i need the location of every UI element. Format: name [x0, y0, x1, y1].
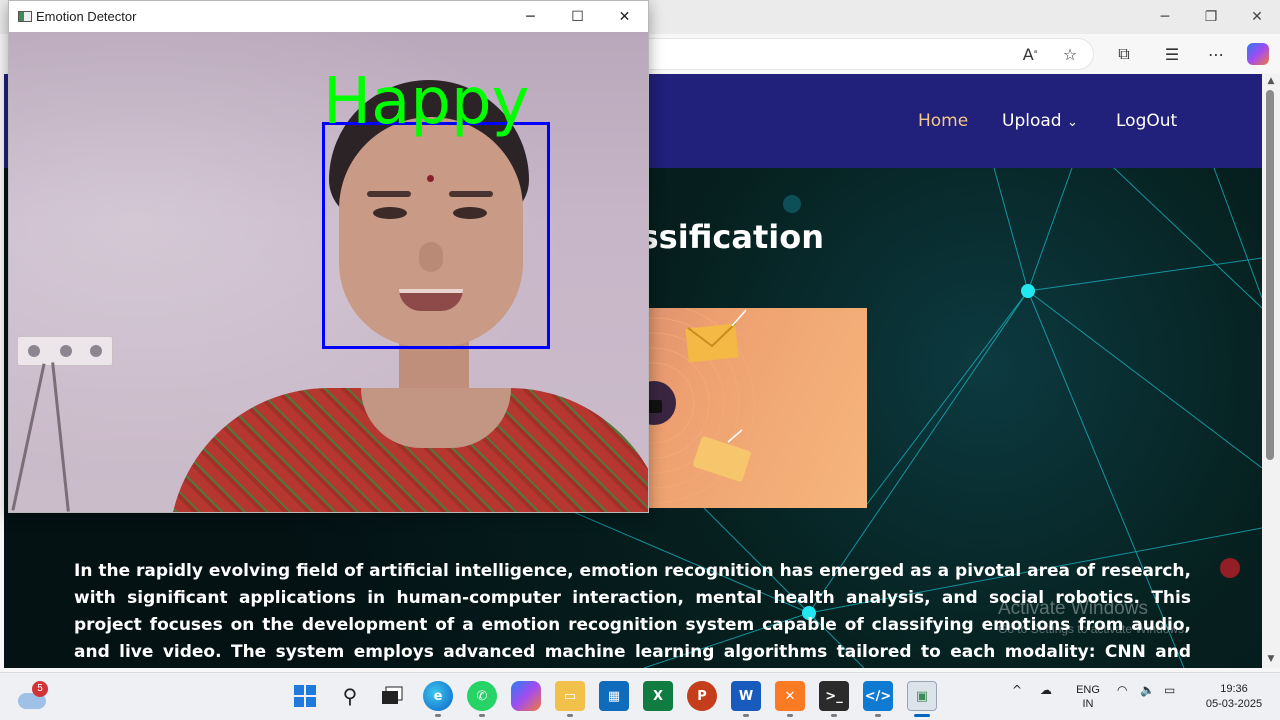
network-node: [1220, 558, 1240, 578]
search-icon[interactable]: ⚲: [335, 681, 365, 711]
detector-close-button[interactable]: ✕: [601, 1, 648, 32]
scroll-up-icon[interactable]: ▲: [1262, 76, 1280, 90]
credit-card-icon: [693, 429, 751, 482]
favorite-star-icon[interactable]: ☆: [1056, 40, 1084, 68]
excel-icon[interactable]: X: [643, 681, 673, 711]
store-icon[interactable]: ▦: [599, 681, 629, 711]
copilot-icon[interactable]: [1244, 40, 1272, 68]
page-scrollbar[interactable]: ▲ ▼: [1262, 74, 1280, 668]
word-icon[interactable]: W: [731, 681, 761, 711]
emotion-detector-taskbar-icon[interactable]: ▣: [907, 681, 937, 711]
language-indicator[interactable]: ENG IN: [1072, 683, 1104, 711]
browser-restore-button[interactable]: ❐: [1188, 0, 1234, 34]
weather-widget[interactable]: 5: [18, 681, 48, 711]
battery-icon[interactable]: ▭: [1164, 683, 1175, 697]
emotion-detector-window: Emotion Detector ─ ☐ ✕ Happy: [8, 0, 649, 513]
app-icon: [18, 11, 32, 22]
running-indicator: [479, 714, 485, 717]
window-title: Emotion Detector: [36, 9, 137, 24]
nav-upload-label: Upload: [1002, 111, 1062, 131]
show-hidden-icons-icon[interactable]: ^: [1012, 683, 1022, 697]
chevron-down-icon: ⌄: [1066, 115, 1078, 130]
power-socket: [17, 336, 113, 366]
running-indicator: [831, 714, 837, 717]
browser-close-button[interactable]: ✕: [1234, 0, 1280, 34]
running-indicator: [435, 714, 441, 717]
weather-badge: 5: [32, 681, 48, 697]
network-node: [1021, 284, 1035, 298]
socket-hole: [60, 345, 72, 357]
browser-window-controls: ─ ❐ ✕: [1142, 0, 1280, 34]
nav-home-link[interactable]: Home: [918, 111, 968, 131]
browser-minimize-button[interactable]: ─: [1142, 0, 1188, 34]
system-clock[interactable]: 19:36 05-03-2025: [1196, 682, 1272, 712]
network-node: [783, 195, 801, 213]
detector-minimize-button[interactable]: ─: [507, 1, 554, 32]
onedrive-icon[interactable]: ☁: [1040, 683, 1052, 697]
detector-titlebar[interactable]: Emotion Detector ─ ☐ ✕: [9, 1, 648, 32]
read-aloud-icon[interactable]: Aᵃ: [1016, 40, 1044, 68]
camera-feed: Happy: [9, 32, 648, 512]
favorites-icon[interactable]: ☰: [1158, 40, 1186, 68]
terminal-icon[interactable]: >_: [819, 681, 849, 711]
emotion-label: Happy: [323, 65, 530, 139]
edge-icon[interactable]: e: [423, 681, 453, 711]
clock-date: 05-03-2025: [1205, 698, 1263, 710]
taskbar: 5 ⚲ e ✆ ▭ ▦ X P W ✕ >_ </> ▣ ^ ☁ ENG IN …: [0, 672, 1280, 720]
scrollbar-thumb[interactable]: [1266, 90, 1274, 460]
more-icon[interactable]: ⋯: [1202, 40, 1230, 68]
vscode-icon[interactable]: </>: [863, 681, 893, 711]
activate-windows-watermark: Activate Windows Go to Settings to activ…: [998, 598, 1187, 636]
nav-upload-dropdown[interactable]: Upload ⌄: [1002, 111, 1078, 131]
socket-hole: [28, 345, 40, 357]
whatsapp-icon[interactable]: ✆: [467, 681, 497, 711]
nav-logout-link[interactable]: LogOut: [1116, 111, 1177, 131]
language-line1: ENG: [1076, 684, 1100, 696]
detector-maximize-button[interactable]: ☐: [554, 1, 601, 32]
watermark-subtitle: Go to Settings to activate Windows.: [998, 622, 1188, 636]
language-line2: IN: [1082, 698, 1094, 710]
extensions-icon[interactable]: ⧉: [1110, 40, 1138, 68]
detector-window-controls: ─ ☐ ✕: [507, 1, 648, 32]
powerpoint-icon[interactable]: P: [687, 681, 717, 711]
envelope-icon: [685, 309, 747, 363]
clock-time: 19:36: [1220, 683, 1248, 695]
running-indicator: [743, 714, 749, 717]
volume-icon[interactable]: 🔈: [1140, 683, 1155, 697]
running-indicator: [567, 714, 573, 717]
scroll-down-icon[interactable]: ▼: [1262, 654, 1280, 668]
task-view-icon[interactable]: [377, 681, 407, 711]
file-explorer-icon[interactable]: ▭: [555, 681, 585, 711]
running-indicator: [875, 714, 881, 717]
copilot-app-icon[interactable]: [511, 681, 541, 711]
active-indicator: [914, 714, 930, 717]
xampp-icon[interactable]: ✕: [775, 681, 805, 711]
socket-hole: [90, 345, 102, 357]
running-indicator: [787, 714, 793, 717]
wifi-icon[interactable]: ◠: [1117, 683, 1127, 697]
start-icon[interactable]: [290, 681, 320, 711]
watermark-title: Activate Windows: [998, 598, 1148, 619]
face-detection-box: [322, 122, 550, 349]
